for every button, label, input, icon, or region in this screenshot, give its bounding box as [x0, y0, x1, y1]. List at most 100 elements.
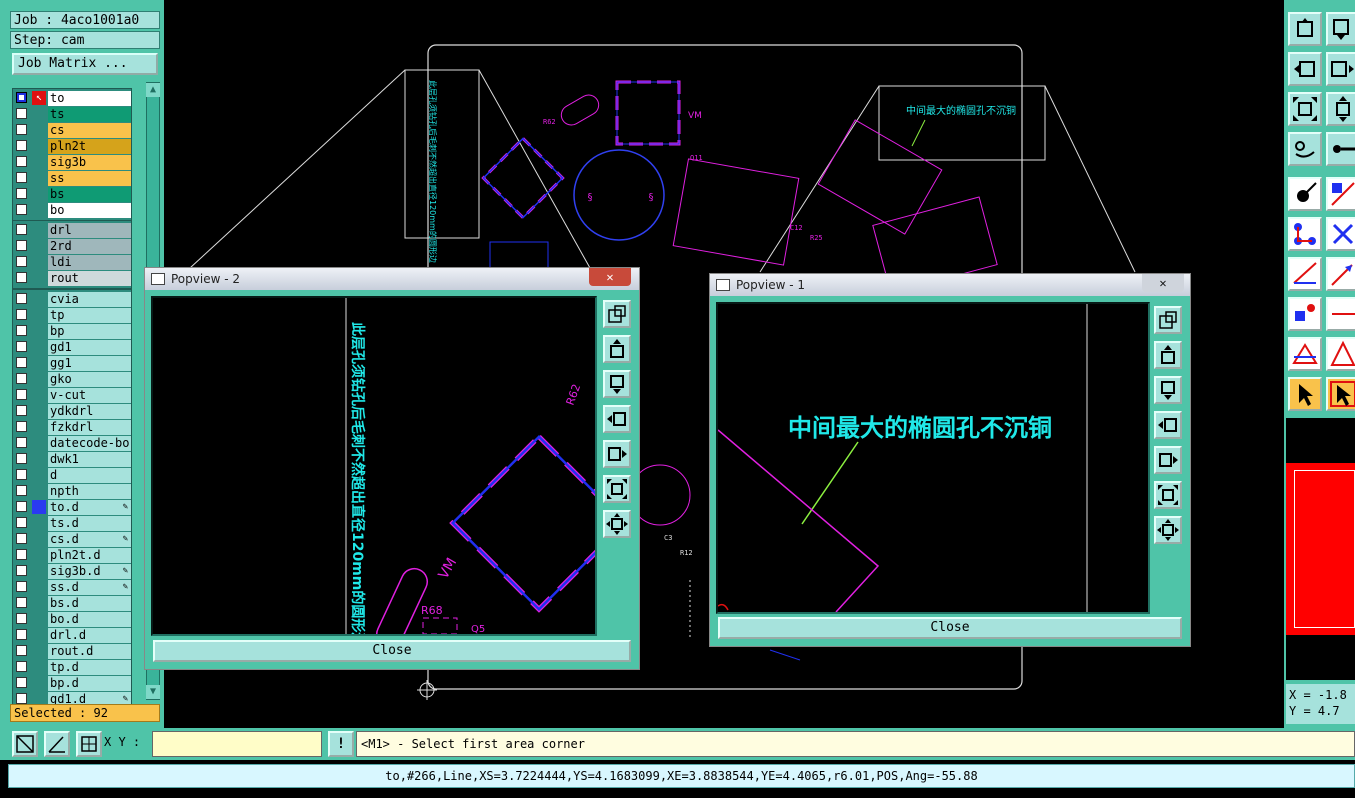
- layer-name[interactable]: fzkdrl: [48, 420, 131, 435]
- layer-checkbox[interactable]: [16, 693, 27, 704]
- layer-name[interactable]: to: [48, 91, 131, 106]
- popview-1-titlebar[interactable]: Popview - 1: [710, 274, 1190, 296]
- layer-checkbox[interactable]: [16, 469, 27, 480]
- layer-name[interactable]: 2rd: [48, 239, 131, 254]
- layer-row-ss.d[interactable]: ss.d ✎: [13, 580, 131, 595]
- layer-name[interactable]: datecode-bo: [48, 436, 131, 451]
- layer-marker[interactable]: [32, 139, 46, 153]
- pv1-pan-right-icon[interactable]: [1154, 446, 1182, 474]
- layer-marker[interactable]: [32, 468, 46, 482]
- layer-name[interactable]: gko: [48, 372, 131, 387]
- layer-row-ts[interactable]: ts: [13, 107, 131, 122]
- layer-name[interactable]: pln2t: [48, 139, 131, 154]
- layer-checkbox[interactable]: [16, 517, 27, 528]
- layer-row-to.d[interactable]: to.d ✎: [13, 500, 131, 515]
- layer-row-cs.d[interactable]: cs.d ✎: [13, 532, 131, 547]
- zoom-center-icon[interactable]: [1326, 92, 1355, 126]
- layer-row-sig3b.d[interactable]: sig3b.d ✎: [13, 564, 131, 579]
- layer-marker[interactable]: [32, 187, 46, 201]
- layer-name[interactable]: dwk1: [48, 452, 131, 467]
- layer-checkbox[interactable]: [16, 272, 27, 283]
- layer-checkbox[interactable]: [16, 581, 27, 592]
- layer-row-to[interactable]: ↖ to: [13, 91, 131, 106]
- layer-row-ydkdrl[interactable]: ydkdrl: [13, 404, 131, 419]
- layer-row-drl[interactable]: drl: [13, 223, 131, 238]
- layer-marker[interactable]: [32, 452, 46, 466]
- key-icon[interactable]: [1326, 132, 1355, 166]
- layer-name[interactable]: ss.d: [48, 580, 131, 595]
- layer-marker[interactable]: [32, 324, 46, 338]
- layer-name[interactable]: ydkdrl: [48, 404, 131, 419]
- layer-row-bo[interactable]: bo: [13, 203, 131, 218]
- zoom-home-icon[interactable]: [1288, 12, 1322, 46]
- layer-row-rout[interactable]: rout: [13, 271, 131, 286]
- layer-checkbox[interactable]: [16, 565, 27, 576]
- arrow-line-icon[interactable]: [1326, 257, 1355, 291]
- pv2-zoom-center-icon[interactable]: [603, 510, 631, 538]
- layer-marker[interactable]: [32, 308, 46, 322]
- layer-marker[interactable]: [32, 516, 46, 530]
- layer-marker[interactable]: [32, 356, 46, 370]
- layer-checkbox[interactable]: [16, 405, 27, 416]
- angle-line-icon[interactable]: [1288, 257, 1322, 291]
- layer-marker[interactable]: [32, 644, 46, 658]
- xy-input[interactable]: [152, 731, 322, 757]
- layer-checkbox[interactable]: [16, 172, 27, 183]
- layer-name[interactable]: bp: [48, 324, 131, 339]
- pv2-zoom-window-icon[interactable]: [603, 300, 631, 328]
- line-snap-icon[interactable]: [1326, 297, 1355, 331]
- layer-name[interactable]: gd1: [48, 340, 131, 355]
- zoom-area-icon[interactable]: [12, 731, 38, 757]
- layer-row-bs[interactable]: bs: [13, 187, 131, 202]
- layer-checkbox[interactable]: [16, 293, 27, 304]
- layer-name[interactable]: npth: [48, 484, 131, 499]
- mini-map-area[interactable]: [1286, 418, 1355, 680]
- layer-name[interactable]: d: [48, 468, 131, 483]
- layer-marker[interactable]: [32, 155, 46, 169]
- triangle-icon[interactable]: [1288, 337, 1322, 371]
- layer-row-bp.d[interactable]: bp.d: [13, 676, 131, 691]
- layer-checkbox[interactable]: [16, 661, 27, 672]
- layer-marker[interactable]: [32, 548, 46, 562]
- layer-checkbox[interactable]: [16, 677, 27, 688]
- layer-row-dwk1[interactable]: dwk1: [13, 452, 131, 467]
- layer-checkbox[interactable]: [16, 389, 27, 400]
- snap-point-icon[interactable]: [1288, 177, 1322, 211]
- layer-marker[interactable]: [32, 420, 46, 434]
- select-pointer-alt-icon[interactable]: [1326, 377, 1355, 411]
- popview-2-close-icon[interactable]: ✕: [589, 268, 631, 286]
- pv2-pan-left-icon[interactable]: [603, 405, 631, 433]
- layer-checkbox[interactable]: [16, 613, 27, 624]
- layer-checkbox[interactable]: [16, 437, 27, 448]
- layer-checkbox[interactable]: [16, 597, 27, 608]
- popview-1-canvas[interactable]: 中间最大的椭圆孔不沉铜: [716, 302, 1150, 614]
- zoom-fit-icon[interactable]: [1288, 92, 1322, 126]
- layer-checkbox[interactable]: [16, 341, 27, 352]
- layer-checkbox[interactable]: [16, 256, 27, 267]
- layer-name[interactable]: tp: [48, 308, 131, 323]
- layer-row-gd1[interactable]: gd1: [13, 340, 131, 355]
- layer-checkbox[interactable]: [16, 533, 27, 544]
- layer-row-pln2t[interactable]: pln2t: [13, 139, 131, 154]
- scroll-down-icon[interactable]: ▼: [146, 685, 160, 699]
- layer-marker[interactable]: [32, 223, 46, 237]
- layer-name[interactable]: v-cut: [48, 388, 131, 403]
- layer-row-bo.d[interactable]: bo.d: [13, 612, 131, 627]
- measure-angle-icon[interactable]: [44, 731, 70, 757]
- pad-snap-icon[interactable]: [1288, 297, 1322, 331]
- popview-1-close-button[interactable]: Close: [718, 617, 1182, 639]
- layer-row-ldi[interactable]: ldi: [13, 255, 131, 270]
- layer-marker[interactable]: [32, 292, 46, 306]
- layer-row-ts.d[interactable]: ts.d: [13, 516, 131, 531]
- layer-name[interactable]: tp.d: [48, 660, 131, 675]
- layer-checkbox[interactable]: [16, 92, 27, 103]
- pv1-pan-up-icon[interactable]: [1154, 341, 1182, 369]
- pan-left-icon[interactable]: [1288, 52, 1322, 86]
- pan-right-icon[interactable]: [1326, 52, 1355, 86]
- layer-checkbox[interactable]: [16, 325, 27, 336]
- layer-name[interactable]: ts: [48, 107, 131, 122]
- layer-checkbox[interactable]: [16, 224, 27, 235]
- layer-marker[interactable]: [32, 660, 46, 674]
- layer-name[interactable]: rout: [48, 271, 131, 286]
- prompt-alert-icon[interactable]: !: [328, 731, 354, 757]
